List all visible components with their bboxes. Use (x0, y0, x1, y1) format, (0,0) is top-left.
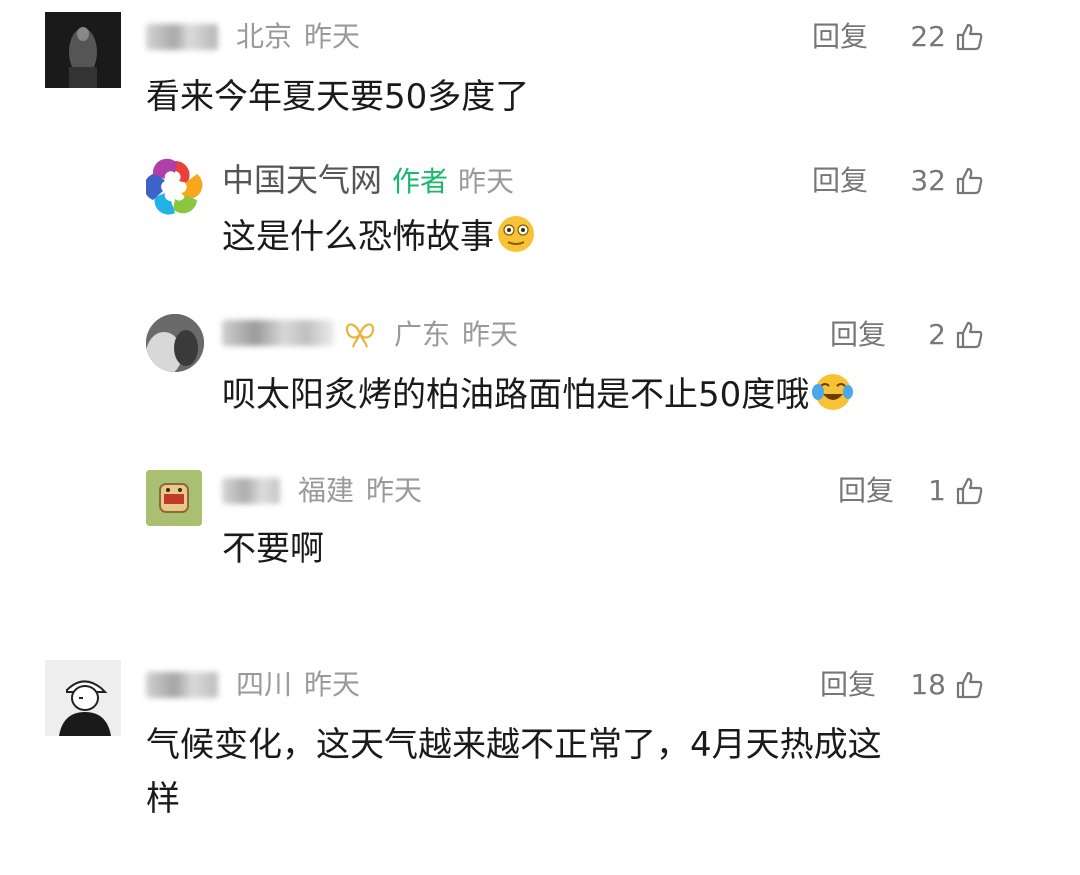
author-display-name: 中国天气网 (222, 161, 383, 199)
blurred-username[interactable] (222, 320, 334, 346)
reply-button[interactable]: 回复 (812, 20, 868, 54)
user-avatar[interactable] (45, 660, 121, 736)
time-label: 昨天 (458, 165, 515, 198)
thumbs-up-icon[interactable] (954, 166, 984, 196)
region-label: 广东 (394, 318, 451, 351)
like-count: 1 (928, 474, 946, 507)
region-label: 四川 (236, 668, 293, 701)
comment-text-line: 样 (146, 779, 180, 819)
like-count: 2 (928, 318, 946, 351)
author-tag: 作者 (392, 165, 449, 198)
reply-button[interactable]: 回复 (812, 164, 868, 198)
thumbs-up-icon[interactable] (954, 22, 984, 52)
like-count: 32 (910, 164, 946, 197)
author-avatar[interactable] (146, 158, 204, 216)
user-avatar[interactable] (146, 470, 202, 526)
blurred-username[interactable] (146, 24, 218, 50)
reply-text: 这是什么恐怖故事 (222, 210, 536, 264)
thumbs-up-icon[interactable] (954, 670, 984, 700)
time-label: 昨天 (462, 318, 519, 351)
like-count: 22 (910, 20, 946, 53)
comment-meta: 广东 昨天 (394, 318, 518, 352)
reply-text: 呗太阳炙烤的柏油路面怕是不止50度哦 (222, 368, 854, 422)
reply-text-body: 这是什么恐怖故事 (222, 217, 494, 257)
reply-text: 不要啊 (222, 529, 324, 569)
user-avatar[interactable] (45, 12, 121, 88)
nervous-face-emoji-icon (498, 216, 534, 252)
blurred-username[interactable] (222, 478, 280, 504)
time-label: 昨天 (366, 474, 423, 507)
butterfly-badge-icon (345, 323, 375, 348)
time-label: 昨天 (304, 668, 361, 701)
dark-photo-avatar-icon (146, 314, 204, 372)
author-name[interactable]: 中国天气网 作者 昨天 (222, 161, 514, 201)
comment-text-line: 气候变化，这天气越来越不正常了，4月天热成这 (146, 725, 882, 765)
crying-laughing-emoji-icon (812, 374, 854, 410)
reply-text-body: 呗太阳炙烤的柏油路面怕是不止50度哦 (222, 375, 810, 415)
region-label: 福建 (298, 474, 355, 507)
blurred-username[interactable] (146, 672, 218, 698)
cap-person-sketch-avatar-icon (45, 660, 121, 736)
thumbs-up-icon[interactable] (954, 476, 984, 506)
reply-button[interactable]: 回复 (838, 474, 894, 508)
reply-button[interactable]: 回复 (820, 668, 876, 702)
user-avatar[interactable] (146, 314, 204, 372)
thumbs-up-icon[interactable] (954, 320, 984, 350)
comment-text: 看来今年夏天要50多度了 (146, 77, 530, 117)
rainbow-swirl-logo-icon (146, 158, 203, 215)
like-count: 18 (910, 668, 946, 701)
time-label: 昨天 (304, 20, 361, 53)
comment-meta: 北京 昨天 (236, 20, 360, 54)
comment-item: 北京 昨天 回复 22 看来今年夏天要50多度了 中国天气网 作者 昨天 回复 32 … (0, 0, 1080, 620)
comment-text: 气候变化，这天气越来越不正常了，4月天热成这 样 (146, 718, 986, 826)
region-label: 北京 (236, 20, 293, 53)
comment-item: 四川 昨天 回复 18 气候变化，这天气越来越不正常了，4月天热成这 样 (0, 640, 1080, 875)
comment-meta: 福建 昨天 (298, 474, 422, 508)
dark-figure-avatar-icon (45, 12, 121, 88)
cartoon-toast-avatar-icon (146, 470, 202, 526)
comment-meta: 四川 昨天 (236, 668, 360, 702)
reply-button[interactable]: 回复 (830, 318, 886, 352)
